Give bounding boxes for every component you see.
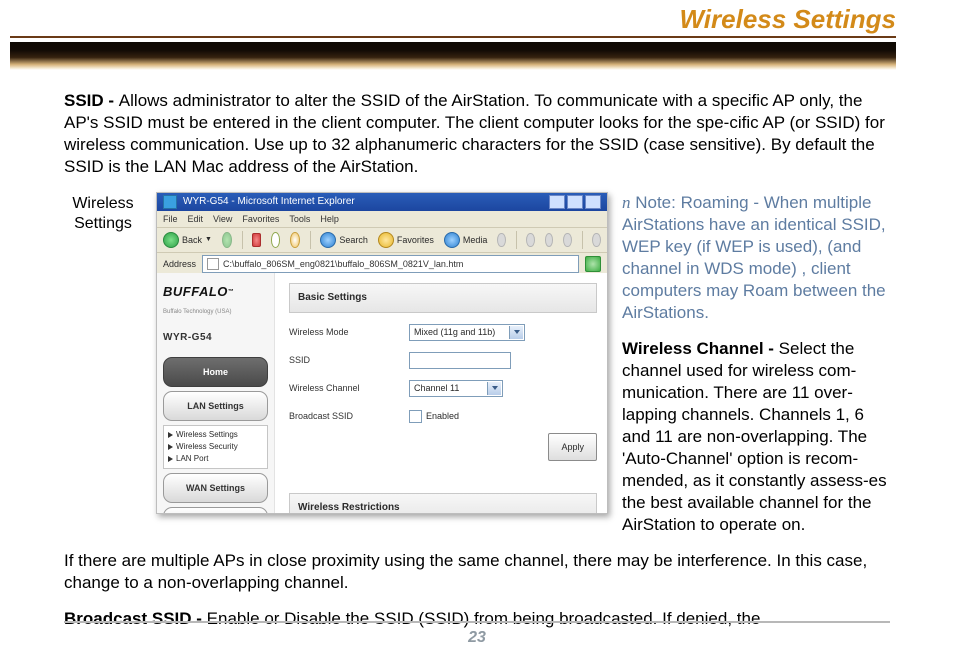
row-wireless-mode: Wireless Mode Mixed (11g and 11b) [289, 321, 597, 343]
nav-wireless-security[interactable]: Wireless Security [168, 441, 263, 453]
menu-tools[interactable]: Tools [289, 208, 310, 230]
chevron-down-icon [492, 386, 498, 390]
media-icon [444, 232, 460, 248]
ie-menubar: File Edit View Favorites Tools Help [157, 211, 607, 228]
favorites-button[interactable]: Favorites [378, 229, 434, 251]
footer-rule [64, 621, 890, 623]
nav-network[interactable]: Network [163, 507, 268, 514]
address-label: Address [163, 253, 196, 275]
page-body: SSID - Allows administrator to alter the… [64, 90, 890, 644]
basic-settings-header: Basic Settings [289, 283, 597, 313]
nav-wireless-settings[interactable]: Wireless Settings [168, 429, 263, 441]
router-admin-page: BUFFALO™ Buffalo Technology (USA) WYR-G5… [157, 273, 607, 513]
row-wireless-channel: Wireless Channel Channel 11 [289, 377, 597, 399]
minimize-button[interactable] [549, 195, 565, 209]
nav-home[interactable]: Home [163, 357, 268, 387]
chevron-down-icon [514, 330, 520, 334]
broadcast-paragraph: Broadcast SSID - Enable or Disable the S… [64, 608, 890, 630]
wireless-mode-select[interactable]: Mixed (11g and 11b) [409, 324, 525, 341]
menu-favorites[interactable]: Favorites [242, 208, 279, 230]
triangle-icon [168, 432, 173, 438]
forward-button[interactable] [222, 232, 232, 248]
menu-view[interactable]: View [213, 208, 232, 230]
ssid-input[interactable] [409, 352, 511, 369]
right-column: n Note: Roaming - When multiple AirStati… [622, 192, 890, 536]
row-ssid: SSID [289, 349, 597, 371]
back-icon [163, 232, 179, 248]
broadcast-ssid-checkbox[interactable] [409, 410, 422, 423]
row-broadcast-ssid: Broadcast SSID Enabled [289, 405, 597, 427]
wireless-channel-select[interactable]: Channel 11 [409, 380, 503, 397]
home-button[interactable] [290, 232, 300, 248]
apply-button[interactable]: Apply [548, 433, 597, 461]
figure-row: Wireless Settings WYR-G54 - Microsoft In… [64, 192, 890, 536]
model-label: WYR-G54 [163, 327, 268, 349]
print-button[interactable] [545, 233, 554, 247]
history-button[interactable] [497, 233, 506, 247]
brand-logo: BUFFALO™ [163, 281, 268, 303]
toolbar-separator [310, 231, 311, 249]
figure-caption: Wireless Settings [64, 192, 142, 536]
window-buttons [549, 195, 601, 209]
ie-icon [163, 195, 177, 209]
page-header: Wireless Settings [0, 0, 954, 78]
nav-lan-settings[interactable]: LAN Settings [163, 391, 268, 421]
go-button[interactable] [585, 256, 601, 272]
browser-screenshot: WYR-G54 - Microsoft Internet Explorer Fi… [156, 192, 608, 514]
search-button[interactable]: Search [320, 229, 368, 251]
menu-edit[interactable]: Edit [188, 208, 204, 230]
extra-button[interactable] [592, 233, 601, 247]
toolbar-separator [516, 231, 517, 249]
router-main-panel: Basic Settings Wireless Mode Mixed (11g … [275, 273, 607, 513]
triangle-icon [168, 456, 173, 462]
page-icon [207, 258, 219, 270]
wireless-restrictions-header: Wireless Restrictions [289, 493, 597, 514]
stop-button[interactable] [252, 233, 261, 247]
nav-lan-port[interactable]: LAN Port [168, 453, 263, 465]
wireless-channel-paragraph: Wireless Channel - Select the channel us… [622, 338, 890, 536]
close-button[interactable] [585, 195, 601, 209]
interference-paragraph: If there are multiple APs in close proxi… [64, 550, 890, 594]
toolbar-separator [582, 231, 583, 249]
menu-help[interactable]: Help [320, 208, 339, 230]
header-band [10, 42, 896, 70]
ssid-text: Allows administrator to alter the SSID o… [64, 91, 885, 176]
nav-sublist: Wireless Settings Wireless Security LAN … [163, 425, 268, 469]
toolbar-separator [242, 231, 243, 249]
address-input[interactable]: C:\buffalo_806SM_eng0821\buffalo_806SM_0… [202, 255, 579, 273]
search-icon [320, 232, 336, 248]
nav-wan-settings[interactable]: WAN Settings [163, 473, 268, 503]
triangle-icon [168, 444, 173, 450]
back-button[interactable]: Back ▼ [163, 229, 212, 251]
roaming-note: n Note: Roaming - When multiple AirStati… [622, 192, 890, 324]
page-title: Wireless Settings [679, 4, 896, 35]
menu-file[interactable]: File [163, 208, 178, 230]
header-rule [10, 36, 896, 38]
ssid-paragraph: SSID - Allows administrator to alter the… [64, 90, 890, 178]
ssid-label: SSID - [64, 91, 119, 110]
star-icon [378, 232, 394, 248]
refresh-button[interactable] [271, 232, 281, 248]
media-button[interactable]: Media [444, 229, 488, 251]
manual-page: Wireless Settings SSID - Allows administ… [0, 0, 954, 661]
page-number: 23 [0, 629, 954, 647]
maximize-button[interactable] [567, 195, 583, 209]
mail-button[interactable] [526, 233, 535, 247]
brand-subtitle: Buffalo Technology (USA) [163, 301, 268, 323]
edit-button[interactable] [563, 233, 572, 247]
ie-toolbar: Back ▼ Search Favorites Media [157, 228, 607, 253]
router-sidebar: BUFFALO™ Buffalo Technology (USA) WYR-G5… [157, 273, 275, 513]
